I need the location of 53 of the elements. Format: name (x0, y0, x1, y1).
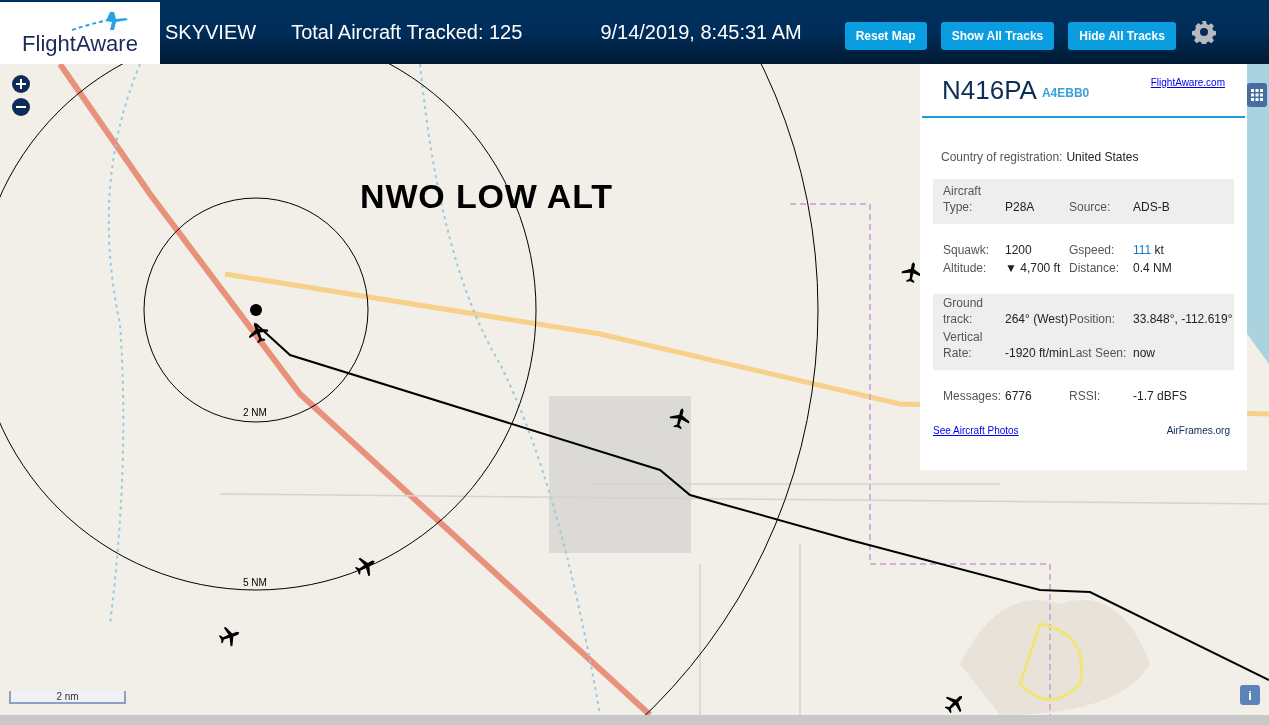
app-title: SKYVIEW (165, 20, 257, 45)
field-value: ▼ 4,700 ft (1005, 260, 1062, 277)
aircraft-photos-link[interactable]: See Aircraft Photos (933, 423, 1019, 438)
field-value: 33.848°, -112.619° (1133, 311, 1233, 328)
field-label: Altitude: (943, 260, 988, 277)
field-label: Last Seen: (1069, 345, 1128, 362)
field-value: -1.7 dBFS (1133, 388, 1189, 405)
logo[interactable]: FlightAware (0, 2, 160, 64)
date-time: 9/14/2019, 8:45:31 AM (600, 20, 802, 45)
field-label: Aircraft Type: (943, 183, 982, 216)
grid-icon (1250, 88, 1264, 102)
range-ring-label: 2 NM (243, 406, 267, 420)
layers-grid-button[interactable] (1247, 83, 1267, 107)
aircraft-icon[interactable] (944, 695, 963, 714)
field-value: 6776 (1005, 388, 1033, 405)
flightaware-link[interactable]: FlightAware.com (1150, 75, 1225, 90)
field-label: Position: (1069, 311, 1117, 328)
plus-icon (16, 79, 26, 89)
aircraft-count: Total Aircraft Tracked: 125 (291, 20, 523, 45)
field-value: ADS-B (1133, 199, 1171, 216)
aircraft-hex: A4EBB0 (1041, 85, 1090, 102)
airframes-link[interactable]: AirFrames.org (1166, 423, 1230, 438)
aircraft-icon[interactable] (218, 626, 240, 647)
field-label: Gspeed: (1069, 242, 1116, 259)
field-value: 264° (West) (1005, 311, 1069, 328)
field-label: Distance: (1069, 260, 1121, 277)
horizontal-scrollbar[interactable] (0, 715, 1269, 725)
field-label: RSSI: (1069, 388, 1102, 405)
field-label: Squawk: (943, 242, 991, 259)
field-value: 111 kt (1133, 242, 1165, 259)
info-button[interactable]: i (1240, 685, 1260, 705)
airplane-logo-icon (70, 10, 130, 32)
field-value: United States (1066, 149, 1139, 166)
field-label: Source: (1069, 199, 1112, 216)
range-ring-label: 5 NM (243, 576, 267, 590)
field-label: Vertical Rate: (943, 329, 984, 362)
field-value: now (1133, 345, 1156, 362)
field-label: Messages: (943, 388, 1003, 405)
field-value: 0.4 NM (1133, 260, 1173, 277)
aircraft-icon[interactable] (248, 322, 269, 344)
scale-label: 2 nm (56, 690, 79, 703)
aircraft-icon[interactable] (354, 557, 375, 577)
field-value: P28A (1005, 199, 1036, 216)
aircraft-icon[interactable] (669, 408, 690, 430)
field-label: Ground track: (943, 295, 985, 328)
field-value: -1920 ft/min (1005, 345, 1069, 362)
aircraft-icon[interactable] (901, 262, 922, 284)
field-label: Country of registration: (941, 149, 1063, 166)
aircraft-callsign: N416PA (942, 76, 1037, 104)
settings-icon[interactable] (1191, 20, 1216, 44)
logo-text: FlightAware (22, 32, 138, 56)
receiver-dot (250, 304, 262, 316)
field-value: 1200 (1005, 242, 1033, 259)
